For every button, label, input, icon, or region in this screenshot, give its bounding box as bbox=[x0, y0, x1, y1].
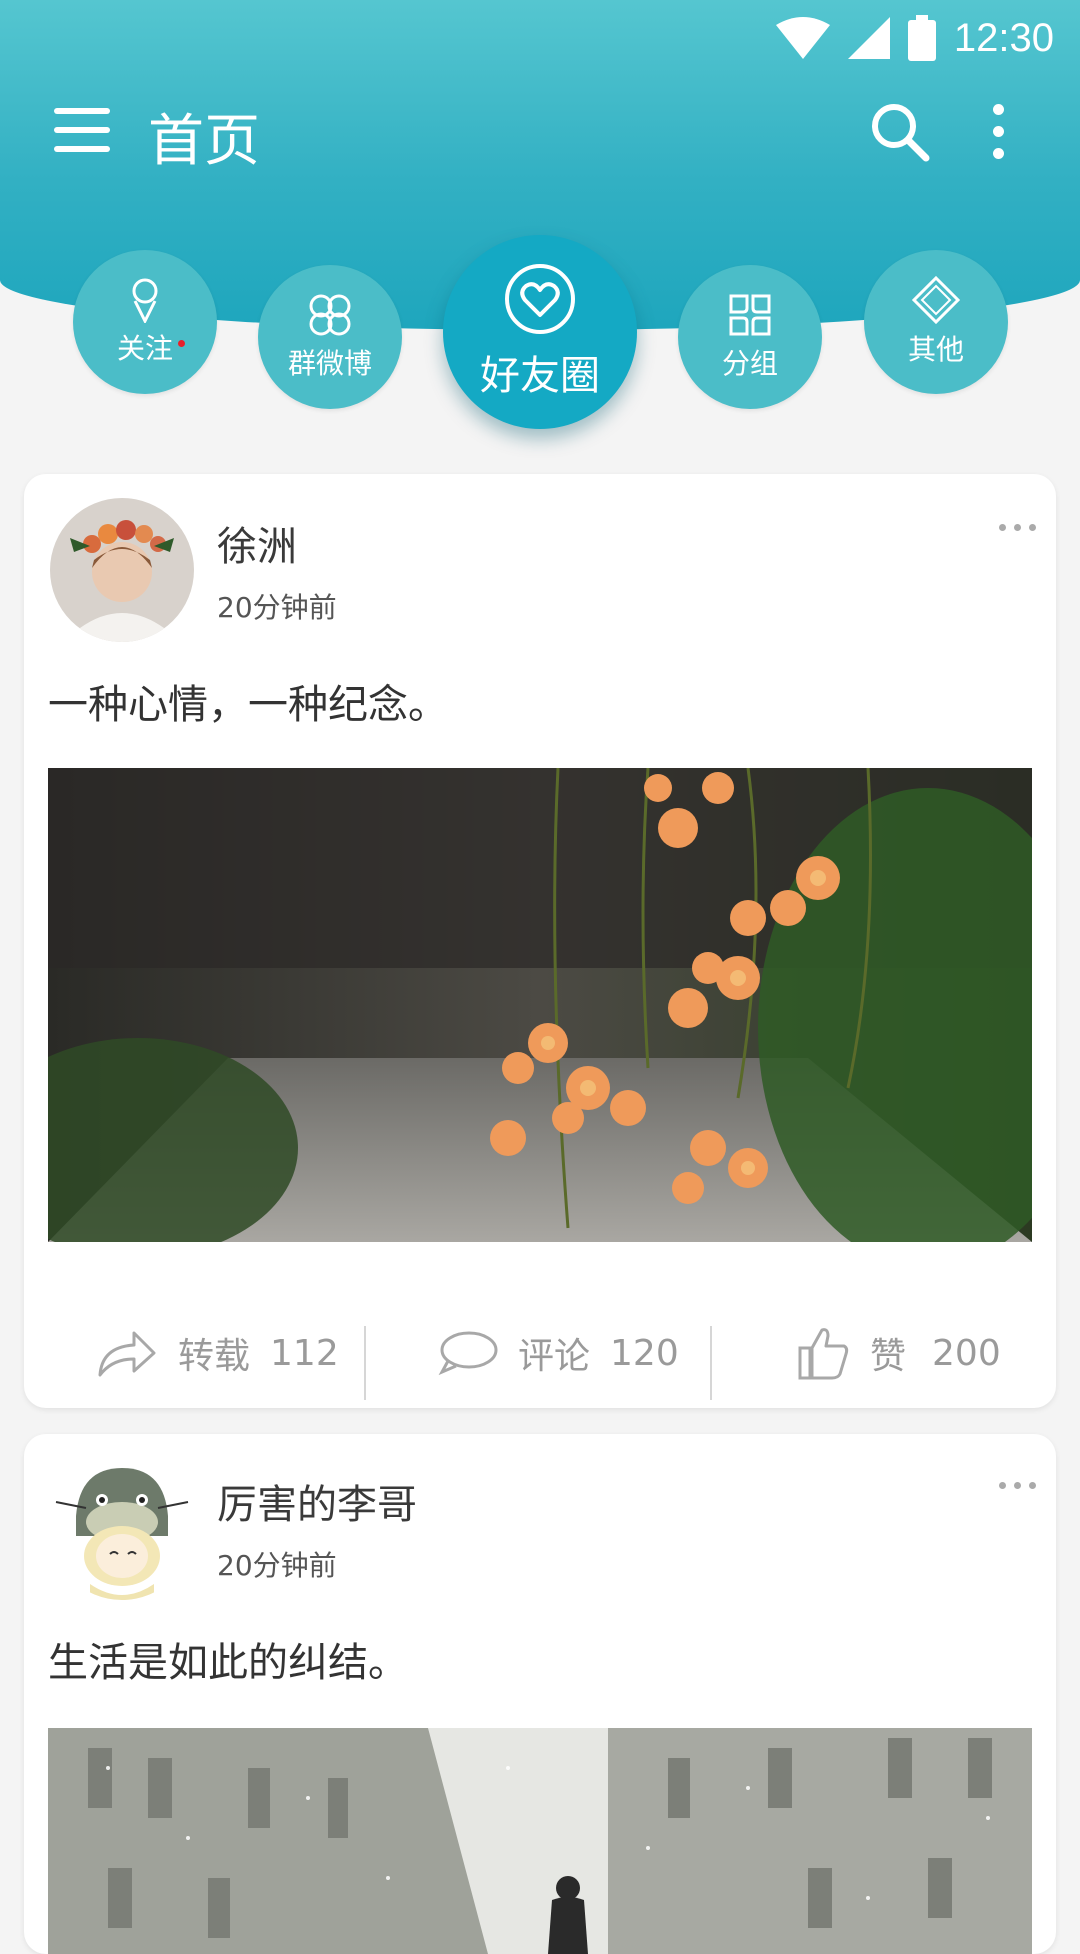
avatar[interactable] bbox=[50, 1456, 194, 1600]
post-card[interactable]: 徐洲 20分钟前 一种心情，一种纪念。 转载 112 评论 120 赞 200 bbox=[24, 474, 1056, 1408]
group-weibo-icon bbox=[309, 294, 351, 336]
share-icon bbox=[98, 1331, 156, 1377]
more-icon[interactable] bbox=[999, 1482, 1036, 1489]
tab-follow-label: 关注 bbox=[116, 332, 173, 365]
status-bar: 12:30 bbox=[775, 8, 1054, 68]
tab-groups[interactable]: 分组 bbox=[678, 265, 822, 409]
search-icon[interactable] bbox=[868, 100, 932, 164]
post-time: 20分钟前 bbox=[217, 1549, 337, 1582]
follow-icon bbox=[132, 278, 158, 323]
post-card[interactable]: 厉害的李哥 20分钟前 生活是如此的纠结。 bbox=[24, 1434, 1056, 1954]
divider bbox=[710, 1326, 712, 1400]
clock: 12:30 bbox=[953, 15, 1054, 60]
grid-icon bbox=[729, 294, 771, 336]
post-text: 一种心情，一种纪念。 bbox=[48, 682, 448, 728]
signal-icon bbox=[847, 17, 890, 59]
repost-label: 转载 bbox=[178, 1336, 251, 1377]
tab-follow[interactable]: 关注 bbox=[73, 250, 217, 394]
tab-others[interactable]: 其他 bbox=[864, 250, 1008, 394]
author-name[interactable]: 厉害的李哥 bbox=[217, 1472, 417, 1530]
author-name[interactable]: 徐洲 bbox=[217, 514, 297, 572]
tab-others-label: 其他 bbox=[907, 333, 964, 366]
comment-label: 评论 bbox=[518, 1336, 591, 1377]
post-image[interactable] bbox=[48, 768, 1032, 1242]
avatar[interactable] bbox=[50, 498, 194, 642]
tab-group-weibo-label: 群微博 bbox=[287, 347, 372, 380]
tab-groups-label: 分组 bbox=[721, 347, 778, 380]
app-bar: 首页 bbox=[0, 90, 1080, 174]
repost-button[interactable]: 转载 112 bbox=[96, 1298, 339, 1408]
like-label: 赞 bbox=[870, 1336, 907, 1377]
comment-icon bbox=[438, 1331, 498, 1376]
post-image[interactable] bbox=[48, 1728, 1032, 1954]
menu-icon[interactable] bbox=[54, 108, 110, 152]
tab-friends-circle[interactable]: 好友圈 bbox=[443, 235, 637, 429]
notification-dot bbox=[178, 340, 185, 347]
comment-count: 120 bbox=[610, 1332, 679, 1374]
wifi-icon bbox=[775, 17, 830, 59]
repost-count: 112 bbox=[270, 1332, 339, 1374]
tab-group-weibo[interactable]: 群微博 bbox=[258, 265, 402, 409]
battery-icon bbox=[907, 15, 936, 61]
diamond-icon bbox=[912, 276, 960, 324]
like-button[interactable]: 赞 200 bbox=[798, 1298, 1001, 1408]
heart-icon bbox=[505, 264, 575, 334]
tab-friends-circle-label: 好友圈 bbox=[480, 353, 600, 399]
comment-button[interactable]: 评论 120 bbox=[438, 1298, 679, 1408]
page-title: 首页 bbox=[148, 109, 260, 174]
more-options-icon[interactable] bbox=[978, 100, 1018, 168]
thumbs-up-icon bbox=[798, 1328, 849, 1380]
post-text: 生活是如此的纠结。 bbox=[48, 1640, 408, 1686]
post-time: 20分钟前 bbox=[217, 591, 337, 624]
like-count: 200 bbox=[932, 1332, 1001, 1374]
action-bar: 转载 112 评论 120 赞 200 bbox=[24, 1298, 1056, 1408]
more-icon[interactable] bbox=[999, 524, 1036, 531]
divider bbox=[364, 1326, 366, 1400]
